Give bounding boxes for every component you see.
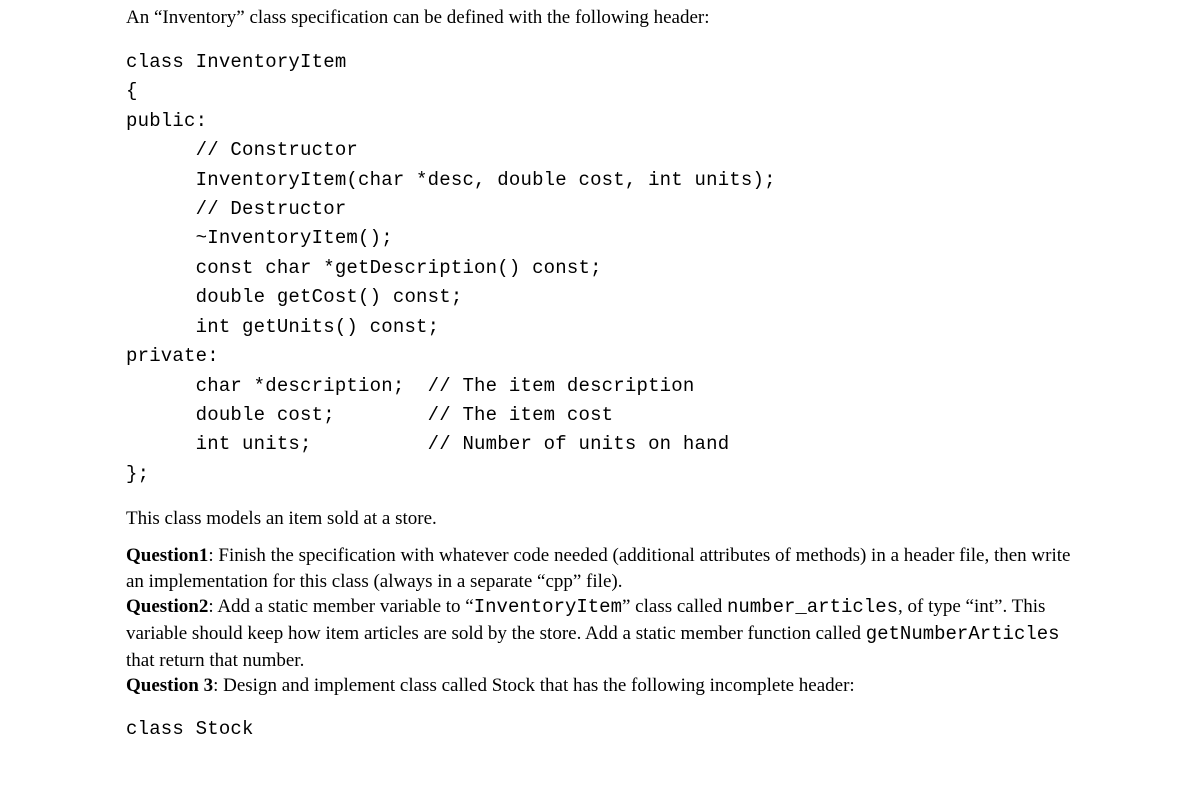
description-paragraph: This class models an item sold at a stor… [126,507,1082,531]
question2-code-getnumberarticles: getNumberArticles [866,623,1060,645]
intro-paragraph: An “Inventory” class specification can b… [126,6,1082,30]
question1-text: : Finish the specification with whatever… [126,545,1070,592]
code-block-inventoryitem: class InventoryItem { public: // Constru… [126,48,1082,490]
document-page: An “Inventory” class specification can b… [0,0,1202,744]
question3-text: : Design and implement class called Stoc… [213,675,855,696]
code-block-stock: class Stock [126,715,1082,744]
question2-label: Question2 [126,596,208,617]
question2-code-number-articles: number_articles [727,596,898,618]
question2-code-inventoryitem: InventoryItem [474,596,622,618]
question3-label: Question 3 [126,675,213,696]
question2-text-a: : Add a static member variable to “ [208,596,473,617]
question2-text-b: ” class called [622,596,727,617]
question2-text-d: that return that number. [126,650,304,671]
question1-label: Question1 [126,545,208,566]
questions-section: Question1: Finish the specification with… [126,543,1082,699]
